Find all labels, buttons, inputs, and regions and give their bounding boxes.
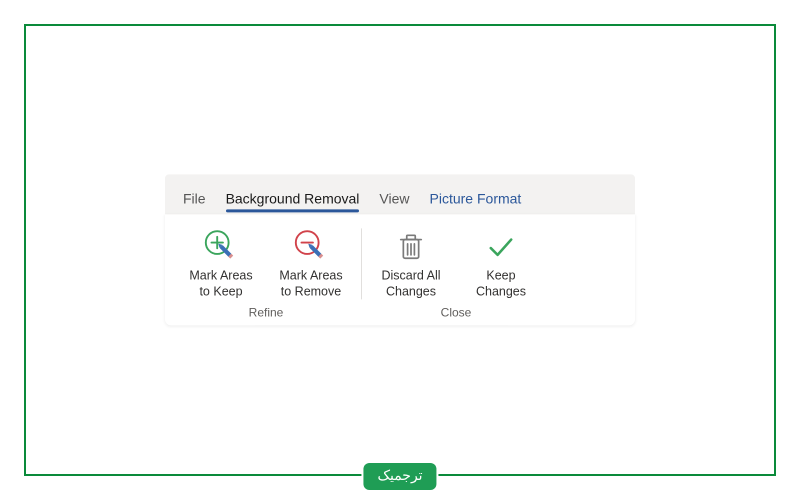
mark-areas-to-keep-button[interactable]: Mark Areas to Keep bbox=[179, 224, 263, 301]
label-line2: Changes bbox=[476, 284, 526, 300]
group-close: Discard All Changes Keep Changes Close bbox=[361, 224, 551, 319]
label-line1: Keep bbox=[486, 268, 515, 284]
tab-view[interactable]: View bbox=[369, 184, 419, 214]
tab-strip: File Background Removal View Picture For… bbox=[165, 174, 635, 214]
tab-background-removal[interactable]: Background Removal bbox=[216, 184, 370, 214]
group-refine-buttons: Mark Areas to Keep bbox=[179, 224, 353, 301]
label-line1: Mark Areas bbox=[189, 268, 252, 284]
ribbon: File Background Removal View Picture For… bbox=[165, 174, 635, 325]
label-line2: Changes bbox=[386, 284, 436, 300]
minus-circle-pencil-icon bbox=[291, 226, 331, 266]
discard-all-changes-button[interactable]: Discard All Changes bbox=[369, 224, 453, 301]
label-line1: Mark Areas bbox=[279, 268, 342, 284]
group-refine: Mark Areas to Keep bbox=[171, 224, 361, 319]
tab-file[interactable]: File bbox=[173, 184, 216, 214]
label-line2: to Remove bbox=[281, 284, 341, 300]
watermark-badge: ترجمیک bbox=[363, 463, 436, 490]
image-frame: File Background Removal View Picture For… bbox=[24, 24, 776, 476]
group-label-close: Close bbox=[441, 306, 472, 320]
mark-areas-to-remove-button[interactable]: Mark Areas to Remove bbox=[269, 224, 353, 301]
keep-changes-button[interactable]: Keep Changes bbox=[459, 224, 543, 301]
trash-icon bbox=[391, 226, 431, 266]
tab-picture-format[interactable]: Picture Format bbox=[420, 184, 532, 214]
label-line2: to Keep bbox=[199, 284, 242, 300]
group-label-refine: Refine bbox=[249, 306, 284, 320]
label-line1: Discard All bbox=[381, 268, 440, 284]
plus-circle-pencil-icon bbox=[201, 226, 241, 266]
checkmark-icon bbox=[481, 226, 521, 266]
ribbon-body: Mark Areas to Keep bbox=[165, 214, 635, 325]
group-close-buttons: Discard All Changes Keep Changes bbox=[369, 224, 543, 301]
